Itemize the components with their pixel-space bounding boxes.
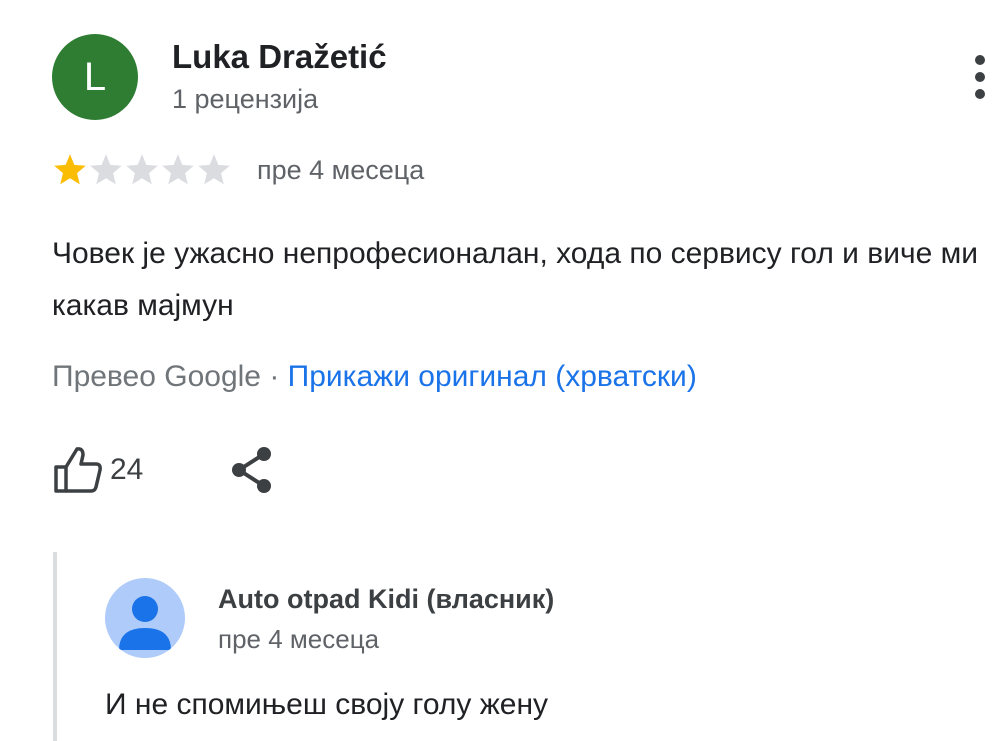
thumb-up-outline-icon <box>54 447 102 493</box>
share-icon[interactable] <box>226 444 278 496</box>
person-icon <box>119 596 171 650</box>
review-time: пре 4 месеца <box>257 155 425 185</box>
owner-reply-text: И не спомињеш своју голу жену <box>105 688 549 721</box>
translated-by-label: Превео Google <box>52 360 261 393</box>
owner-avatar <box>105 578 185 658</box>
owner-name: Auto otpad Kidi (власник) <box>218 584 555 614</box>
author-avatar[interactable]: L <box>52 34 138 120</box>
owner-reply-time: пре 4 месеца <box>218 624 380 654</box>
star-empty-icon <box>198 154 230 185</box>
star-filled-icon <box>54 154 86 185</box>
avatar-letter: L <box>83 54 107 99</box>
review-text: Човек је ужасно непрофесионалан, хода по… <box>52 237 978 322</box>
star-empty-icon <box>126 154 158 185</box>
like-button[interactable]: 24 <box>52 445 143 495</box>
more-vert-icon[interactable] <box>966 52 994 102</box>
translation-notice: Превео Google · Прикажи оригинал (хрватс… <box>52 360 697 394</box>
like-count: 24 <box>110 453 144 486</box>
show-original-link[interactable]: Прикажи оригинал (хрватски) <box>288 360 697 393</box>
star-empty-icon <box>162 154 194 185</box>
author-review-count: 1 рецензија <box>172 84 319 114</box>
author-name[interactable]: Luka Dražetić <box>172 38 387 76</box>
separator-dot: · <box>269 360 280 393</box>
reply-divider <box>53 552 57 741</box>
star-rating <box>52 152 232 188</box>
star-empty-icon <box>90 154 122 185</box>
